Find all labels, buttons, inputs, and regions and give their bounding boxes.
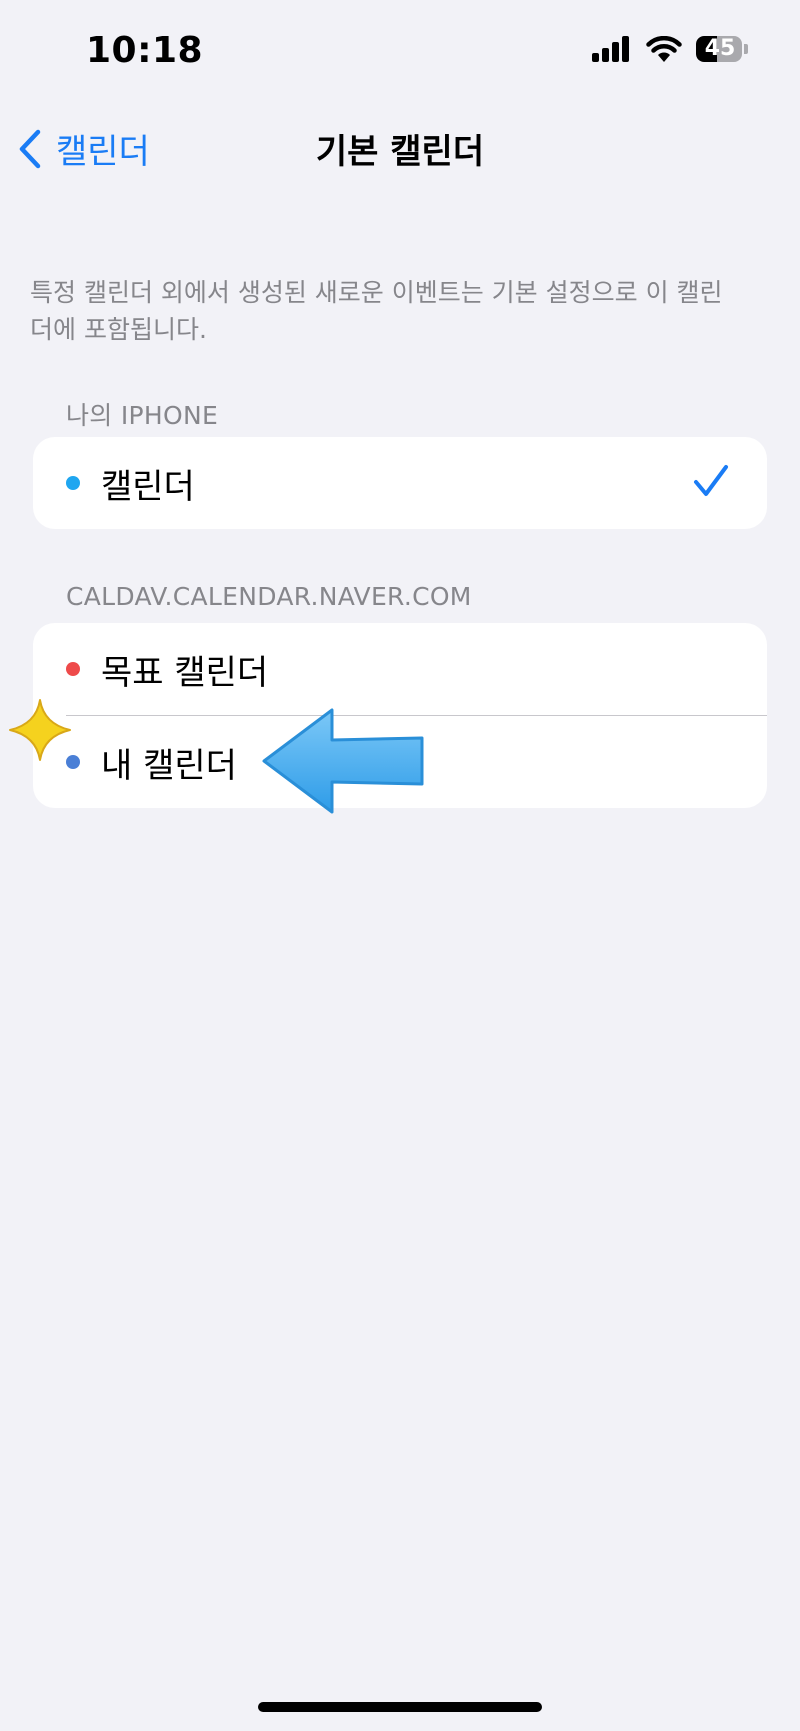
arrow-left-icon [262, 708, 424, 814]
calendar-option-calendar[interactable]: 캘린더 [33, 437, 767, 529]
checkmark-icon [694, 465, 728, 496]
calendar-color-dot [66, 476, 80, 490]
description-text: 특정 캘린더 외에서 생성된 새로운 이벤트는 기본 설정으로 이 캘린더에 포… [30, 278, 723, 344]
wifi-icon [646, 36, 682, 62]
status-icons: 45 [592, 36, 748, 62]
battery-icon: 45 [696, 36, 748, 62]
status-bar: 10:18 45 [0, 0, 800, 110]
calendar-group-my-iphone: 캘린더 [33, 437, 767, 529]
calendar-option-label: 목표 캘린더 [101, 652, 269, 693]
calendar-option-label: 내 캘린더 [101, 745, 237, 786]
home-indicator[interactable] [258, 1702, 542, 1712]
signal-icon [592, 36, 629, 62]
status-time: 10:18 [86, 30, 204, 71]
calendar-option-goal-calendar[interactable]: 목표 캘린더 [33, 623, 767, 715]
section-header-my-iphone: 나의 IPHONE [66, 401, 219, 430]
navigation-bar: 캘린더 기본 캘린더 [0, 110, 800, 210]
page-title: 기본 캘린더 [315, 132, 485, 172]
battery-level: 45 [704, 36, 736, 61]
calendar-option-label: 캘린더 [101, 466, 195, 507]
section-header-caldav: CALDAV.CALENDAR.NAVER.COM [66, 582, 472, 611]
sparkle-icon [9, 699, 71, 761]
calendar-color-dot [66, 662, 80, 676]
